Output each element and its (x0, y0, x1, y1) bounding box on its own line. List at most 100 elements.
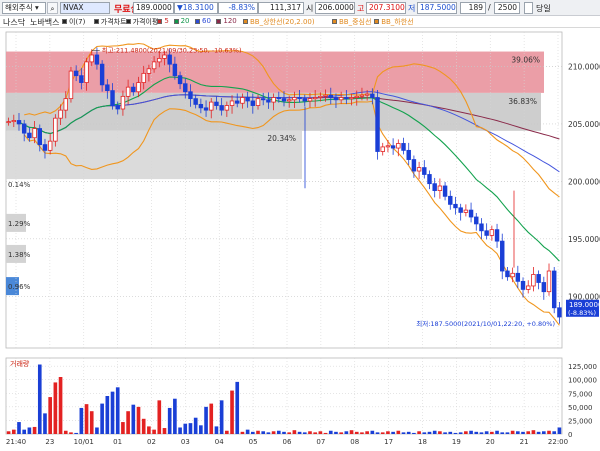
candle-body[interactable] (328, 94, 333, 98)
candle-body[interactable] (42, 144, 48, 151)
candle-body[interactable] (463, 209, 469, 213)
candle-body[interactable] (162, 54, 167, 59)
candle-body[interactable] (422, 167, 427, 175)
volume-bar[interactable] (245, 429, 250, 434)
candle-body[interactable] (338, 97, 344, 101)
volume-bar[interactable] (6, 431, 11, 434)
candle-body[interactable] (125, 86, 131, 97)
volume-bar[interactable] (126, 411, 130, 434)
candle-body[interactable] (99, 63, 105, 86)
candle-body[interactable] (411, 159, 417, 172)
candle-body[interactable] (453, 203, 458, 209)
volume-bar[interactable] (141, 418, 146, 434)
volume-bar[interactable] (391, 431, 395, 434)
candle-body[interactable] (510, 272, 515, 278)
candle-body[interactable] (240, 97, 245, 104)
volume-bar[interactable] (464, 431, 468, 434)
volume-bar[interactable] (58, 377, 63, 434)
volume-bar[interactable] (469, 430, 473, 434)
candle-body[interactable] (209, 101, 214, 111)
volume-bar[interactable] (173, 398, 177, 434)
candle-body[interactable] (250, 100, 256, 106)
candle-body[interactable] (131, 86, 136, 93)
search-icon[interactable]: ⌕ (47, 2, 58, 14)
candle-body[interactable] (489, 229, 495, 236)
candle-body[interactable] (183, 83, 188, 93)
volume-bar[interactable] (63, 430, 68, 434)
volume-bar[interactable] (157, 400, 162, 434)
candle-body[interactable] (390, 145, 396, 149)
candle-body[interactable] (115, 105, 120, 110)
volume-bar[interactable] (251, 431, 255, 434)
volume-bar[interactable] (516, 431, 520, 434)
candle-body[interactable] (349, 97, 354, 100)
candle-body[interactable] (541, 282, 547, 293)
volume-bar[interactable] (536, 431, 541, 434)
candle-body[interactable] (188, 91, 193, 100)
candle-body[interactable] (474, 216, 479, 225)
candle-body[interactable] (47, 140, 53, 151)
volume-bar[interactable] (121, 422, 125, 434)
candle-body[interactable] (136, 82, 141, 93)
volume-bar[interactable] (526, 431, 531, 434)
candle-body[interactable] (224, 105, 230, 111)
volume-bar[interactable] (37, 364, 42, 434)
volume-bar[interactable] (225, 430, 229, 434)
candle-body[interactable] (58, 109, 63, 119)
volume-bar[interactable] (510, 430, 515, 434)
candle-body[interactable] (526, 285, 531, 290)
volume-bar[interactable] (115, 387, 120, 434)
candle-body[interactable] (536, 274, 541, 283)
volume-bar[interactable] (308, 431, 312, 434)
volume-bar[interactable] (131, 404, 136, 434)
volume-bar[interactable] (412, 432, 416, 434)
candle-body[interactable] (229, 100, 235, 106)
volume-bar[interactable] (43, 413, 47, 434)
indicator-swatch[interactable] (62, 19, 67, 24)
candle-body[interactable] (286, 99, 292, 102)
candle-body[interactable] (146, 68, 152, 74)
candle-body[interactable] (416, 167, 422, 172)
volume-bar[interactable] (334, 431, 338, 434)
volume-bar[interactable] (349, 430, 354, 434)
volume-bar[interactable] (531, 430, 536, 434)
volume-bar[interactable] (541, 431, 546, 434)
volume-bar[interactable] (48, 397, 52, 434)
volume-bar[interactable] (432, 430, 437, 434)
candle-body[interactable] (110, 90, 115, 106)
volume-bar[interactable] (547, 430, 551, 434)
volume-bar[interactable] (271, 431, 276, 434)
candle-body[interactable] (79, 75, 84, 83)
volume-bar[interactable] (105, 396, 110, 434)
volume-bar[interactable] (152, 429, 156, 434)
volume-bar[interactable] (53, 382, 58, 434)
candle-body[interactable] (235, 100, 240, 104)
candle-body[interactable] (89, 54, 94, 63)
volume-bar[interactable] (266, 432, 271, 434)
volume-bar[interactable] (167, 407, 172, 434)
candle-body[interactable] (551, 270, 557, 309)
volume-bar[interactable] (199, 425, 203, 434)
candle-body[interactable] (307, 98, 313, 102)
volume-bar[interactable] (256, 430, 260, 434)
candle-body[interactable] (401, 143, 406, 151)
volume-bar[interactable] (219, 400, 224, 434)
candle-body[interactable] (442, 185, 448, 197)
volume-bar[interactable] (235, 381, 240, 434)
candle-body[interactable] (344, 97, 349, 100)
candle-body[interactable] (94, 54, 100, 65)
candle-body[interactable] (68, 70, 74, 100)
volume-bar[interactable] (136, 406, 141, 434)
volume-bar[interactable] (380, 432, 385, 434)
candle-body[interactable] (500, 240, 505, 272)
candle-body[interactable] (245, 97, 250, 102)
volume-bar[interactable] (354, 431, 359, 434)
volume-bar[interactable] (375, 432, 380, 434)
volume-bar[interactable] (443, 432, 447, 434)
candle-body[interactable] (364, 93, 370, 96)
volume-bar[interactable] (276, 430, 281, 434)
candle-body[interactable] (214, 101, 219, 106)
candle-body[interactable] (11, 120, 17, 123)
volume-bar[interactable] (89, 411, 94, 434)
indicator-swatch[interactable] (173, 19, 179, 24)
